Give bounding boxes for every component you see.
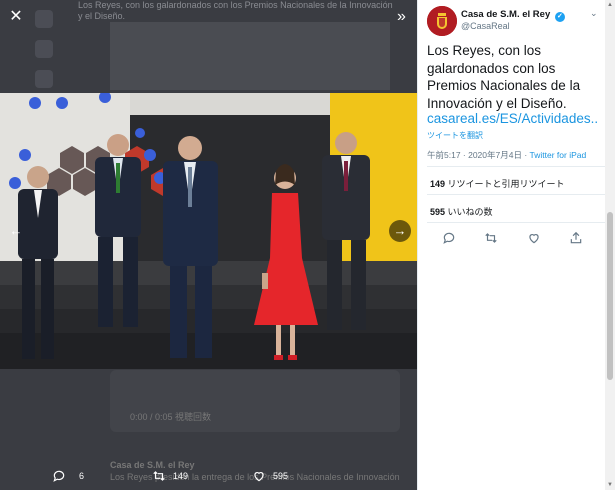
close-button[interactable]: ✕ [5,6,27,28]
reply-icon [53,470,65,482]
scroll-up-icon[interactable]: ▲ [606,1,614,9]
background-thumbnail [110,22,390,90]
chevron-down-icon[interactable]: ⌄ [590,8,600,18]
retweet-icon [153,471,165,481]
like-button[interactable] [527,231,541,245]
share-icon [570,231,582,244]
retweets-count: 149 [430,179,446,189]
translate-link[interactable]: ツイートを翻訳 [427,130,483,141]
likes-label: いいねの数 [445,207,493,217]
tweet-source[interactable]: Twitter for iPad [530,150,587,160]
photo-image [0,93,417,369]
next-photo-button[interactable]: → [389,220,411,242]
background-video: 0:00 / 0:05 視聴回数 [110,370,400,432]
viewer-like-count: 595 [273,471,289,481]
author-name-text: Casa de S.M. el Rey [461,9,551,20]
author-handle[interactable]: @CasaReal [461,21,510,31]
previous-photo-button[interactable]: ← [5,220,27,242]
background-video-time: 0:00 / 0:05 視聴回数 [130,412,212,422]
crest-icon [427,6,457,36]
like-icon [529,234,539,244]
retweet-icon [485,233,497,243]
likes-stat[interactable]: 595 いいねの数 [430,205,493,218]
scrollbar-thumb[interactable] [607,212,613,380]
viewer-action-bar: 6 149 595 [0,465,417,490]
verified-icon: ✓ [554,12,565,22]
tweet-detail-panel: Casa de S.M. el Rey ✓ @CasaReal ⌄ Los Re… [417,0,615,490]
viewer-reply-button[interactable]: 6 [52,469,84,483]
reply-icon [443,232,455,244]
scrollbar[interactable]: ▲ ▼ [605,0,615,490]
next-arrow-icon: → [393,223,407,238]
tweet-time[interactable]: 午前5:17 · 2020年7月4日 · [427,150,530,160]
media-viewer: Los Reyes, con los galardonados con los … [0,0,417,490]
tweet-text: Los Reyes, con los galardonados con los … [427,43,581,111]
share-button[interactable] [569,231,583,245]
viewer-reply-count: 6 [79,471,85,481]
tweet-meta: 午前5:17 · 2020年7月4日 · Twitter for iPad [427,149,586,161]
divider [427,222,607,223]
divider [427,166,607,167]
prev-arrow-icon: ← [9,223,23,238]
collapse-icon: » [397,8,406,25]
divider [427,194,607,195]
viewer-like-button[interactable]: 595 [252,469,288,483]
retweets-label: リツイートと引用リツイート [445,179,565,189]
close-icon: ✕ [9,8,23,25]
likes-count: 595 [430,207,446,217]
viewer-retweet-count: 149 [173,471,189,481]
background-tweet-text: Los Reyes, con los galardonados con los … [78,0,393,21]
viewer-retweet-button[interactable]: 149 [152,469,188,483]
scroll-down-icon[interactable]: ▼ [606,481,614,489]
tweet-link[interactable]: casareal.es/ES/Actividades... [427,110,597,127]
like-icon [254,472,264,482]
tweet-photo [0,93,417,369]
retweet-button[interactable] [484,231,498,245]
reply-button[interactable] [442,231,456,245]
retweets-stat[interactable]: 149 リツイートと引用リツイート [430,177,565,190]
collapse-panel-button[interactable]: » [389,6,411,28]
